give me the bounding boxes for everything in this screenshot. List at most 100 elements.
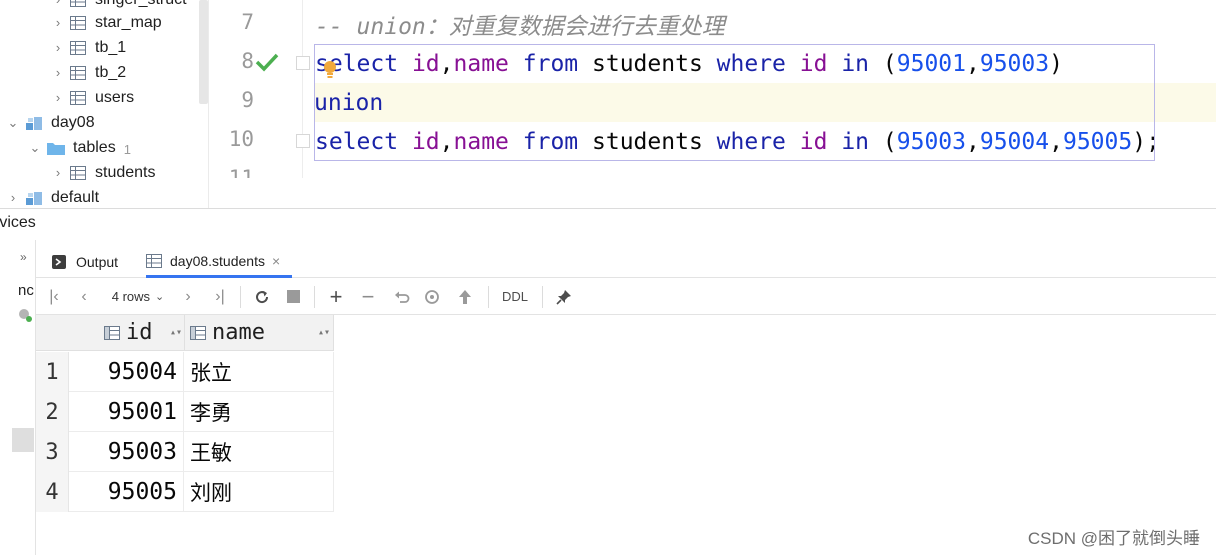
tree-item-default[interactable]: › default [5, 185, 99, 209]
column-header-label: id [126, 320, 153, 345]
cell-id[interactable]: 95003 [70, 432, 184, 472]
sql-editor[interactable]: 7 8 9 10 11 -- union：对重复数据会进行去重处理 select… [210, 0, 1216, 178]
column-id: id [799, 128, 828, 155]
cell-id[interactable]: 95001 [70, 392, 184, 432]
chevron-right-icon[interactable]: › [50, 65, 66, 81]
next-page-icon[interactable]: › [180, 278, 196, 315]
revert-icon[interactable] [392, 278, 412, 315]
chevron-down-icon[interactable]: ⌄ [27, 140, 43, 156]
chevron-right-icon[interactable]: › [50, 0, 66, 8]
sort-icon[interactable]: ▴▾ [170, 327, 182, 338]
tree-item-users[interactable]: › users [50, 85, 134, 110]
tree-item-label: star_map [95, 13, 162, 31]
cell-name[interactable]: 李勇 [185, 392, 334, 432]
line-number: 9 [241, 88, 254, 112]
lightbulb-icon[interactable] [322, 60, 338, 80]
comma: , [1049, 128, 1063, 155]
chevron-right-icon[interactable]: › [50, 90, 66, 106]
submit-icon[interactable] [456, 278, 474, 315]
table-icon [70, 15, 86, 30]
comma: , [439, 50, 454, 77]
keyword-where: where [716, 128, 786, 155]
table-icon [70, 165, 86, 180]
tree-item-tb-2[interactable]: › tb_2 [50, 60, 126, 85]
chevron-right-icon[interactable]: › [50, 15, 66, 31]
line-number: 7 [241, 10, 254, 34]
rows-count-dropdown[interactable]: 4 rows ⌄ [106, 278, 170, 315]
panel-divider[interactable] [0, 208, 1216, 209]
refresh-icon[interactable] [252, 278, 272, 315]
number-literal: 95001 [896, 50, 966, 77]
paren: ) [1049, 50, 1063, 77]
number-literal: 95003 [979, 50, 1050, 77]
delete-row-icon[interactable]: − [358, 278, 378, 315]
result-toolbar: |‹ ‹ 4 rows ⌄ › ›| + − DDL [36, 278, 1216, 315]
cell-id[interactable]: 95004 [70, 352, 184, 392]
tree-item-day08[interactable]: ⌄ day08 [5, 110, 95, 135]
tree-item-label: default [51, 188, 100, 206]
chevron-right-icon[interactable]: › [50, 165, 66, 181]
close-icon[interactable]: × [272, 253, 280, 269]
keyword-in: in [841, 50, 870, 77]
chevron-right-icon[interactable]: › [50, 40, 66, 56]
table-row[interactable]: 1 95004 张立 [36, 352, 334, 392]
table-row[interactable]: 3 95003 王敏 [36, 432, 334, 472]
view-icon[interactable] [422, 278, 442, 315]
database-tree: › singer_struct › star_map › tb_1 › tb_2… [0, 0, 209, 209]
number-literal: 95005 [1062, 128, 1133, 155]
cell-name[interactable]: 张立 [185, 352, 334, 392]
previous-page-icon[interactable]: ‹ [76, 278, 92, 315]
column-icon [190, 325, 206, 340]
table-name: students [592, 128, 703, 155]
code-line-8[interactable]: select id, name from students where id in… [315, 44, 1216, 83]
tree-item-star-map[interactable]: › star_map [50, 10, 162, 35]
code-line-9[interactable]: union [314, 83, 1216, 122]
tree-item-tb-1[interactable]: › tb_1 [50, 35, 126, 60]
table-row[interactable]: 2 95001 李勇 [36, 392, 334, 432]
code-line-10[interactable]: select id, name from students where id in… [315, 122, 1216, 161]
services-scrollbar[interactable] [12, 428, 34, 452]
tab-label: day08.students [170, 252, 265, 269]
stop-icon[interactable] [284, 278, 302, 315]
column-header-id[interactable]: id ▴▾ [70, 315, 185, 351]
services-tree-label[interactable]: nc [18, 282, 34, 299]
row-number: 1 [36, 352, 69, 392]
expand-icon[interactable]: » [20, 250, 27, 264]
tree-item-label: tb_1 [95, 38, 127, 56]
schema-icon [26, 191, 42, 205]
keyword-in: in [841, 128, 870, 155]
tab-output[interactable]: Output [52, 246, 144, 278]
chevron-down-icon[interactable]: ⌄ [5, 115, 21, 131]
check-icon[interactable] [255, 52, 279, 72]
toolbar-separator [542, 286, 543, 308]
table-row[interactable]: 4 95005 刘刚 [36, 472, 334, 512]
cell-name[interactable]: 刘刚 [185, 472, 334, 512]
sort-icon[interactable]: ▴▾ [318, 327, 330, 338]
comma: , [966, 128, 980, 155]
services-panel-title: rvices [0, 214, 36, 231]
sql-comment: -- union：对重复数据会进行去重处理 [315, 13, 725, 40]
keyword-where: where [716, 50, 786, 77]
last-page-icon[interactable]: ›| [210, 278, 230, 315]
row-number: 4 [36, 472, 69, 512]
pin-icon[interactable] [554, 278, 574, 315]
first-page-icon[interactable]: |‹ [46, 278, 62, 315]
cell-name[interactable]: 王敏 [185, 432, 334, 472]
chevron-right-icon[interactable]: › [5, 190, 21, 206]
column-id: id [799, 50, 828, 77]
code-line-7[interactable]: -- union：对重复数据会进行去重处理 [315, 4, 1216, 43]
paren: ( [882, 128, 897, 155]
tab-label: Output [76, 254, 119, 270]
tab-day08-students[interactable]: day08.students × [146, 246, 293, 278]
fold-marker[interactable] [296, 134, 310, 148]
ddl-button[interactable]: DDL [498, 278, 532, 315]
cell-id[interactable]: 95005 [70, 472, 184, 512]
tree-item-tables[interactable]: ⌄ tables 1 [27, 135, 131, 160]
add-row-icon[interactable]: + [326, 278, 346, 315]
tree-item-students[interactable]: › students [50, 160, 156, 185]
table-icon [70, 90, 86, 105]
editor-gutter: 7 8 9 10 11 [210, 0, 303, 178]
column-header-name[interactable]: name ▴▾ [185, 315, 334, 351]
fold-marker[interactable] [296, 56, 310, 70]
tree-scrollbar[interactable] [199, 0, 208, 104]
